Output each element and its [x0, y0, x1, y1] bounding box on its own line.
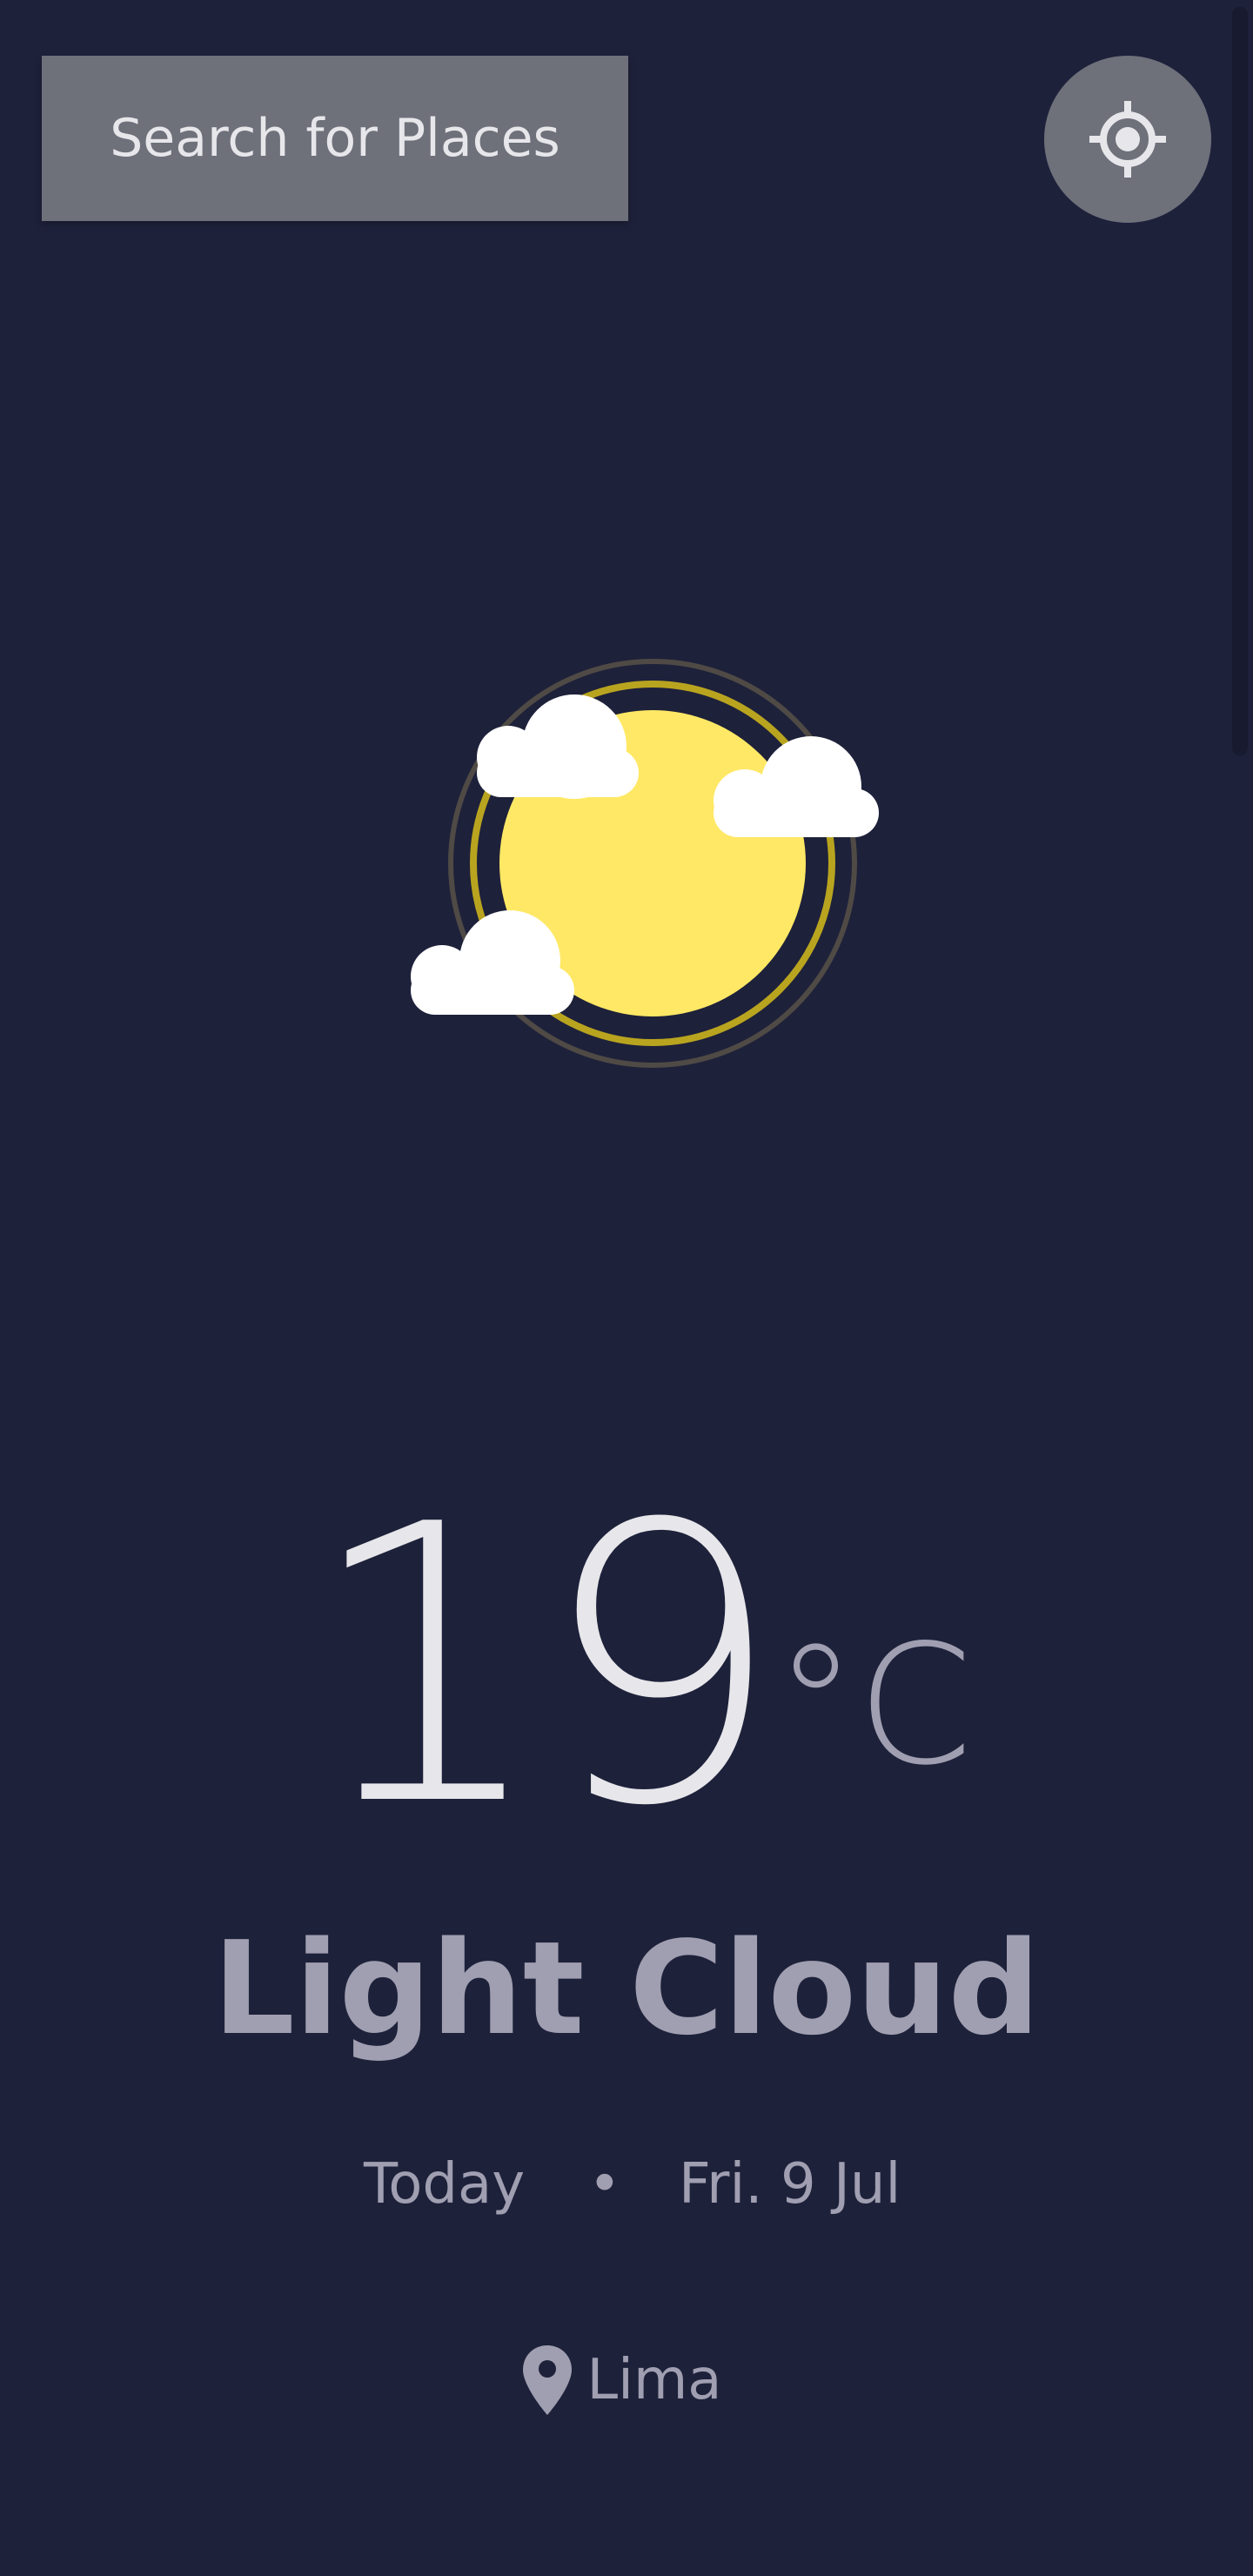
crosshair-icon — [1089, 101, 1166, 178]
map-pin-icon — [522, 2345, 572, 2415]
temperature-unit: °C — [774, 1609, 973, 1801]
date-row: Today • Fri. 9 Jul — [0, 2145, 1253, 2224]
weather-condition: Light Cloud — [212, 1914, 1041, 2063]
date-value: Fri. 9 Jul — [679, 2152, 901, 2217]
date-today-label: Today — [364, 2152, 526, 2217]
date-separator: • — [588, 2152, 621, 2217]
temperature-value: 19 — [305, 1444, 783, 1889]
light-cloud-sun-icon — [411, 659, 879, 1068]
current-location-button[interactable] — [1044, 56, 1211, 223]
search-places-button[interactable]: Search for Places — [42, 56, 628, 221]
location-name: Lima — [586, 2348, 722, 2412]
location-row: Lima — [0, 2341, 1253, 2419]
search-places-label: Search for Places — [110, 108, 560, 169]
scrollbar-thumb[interactable] — [1232, 7, 1248, 755]
temperature-display: 19 °C — [0, 1462, 1253, 1871]
